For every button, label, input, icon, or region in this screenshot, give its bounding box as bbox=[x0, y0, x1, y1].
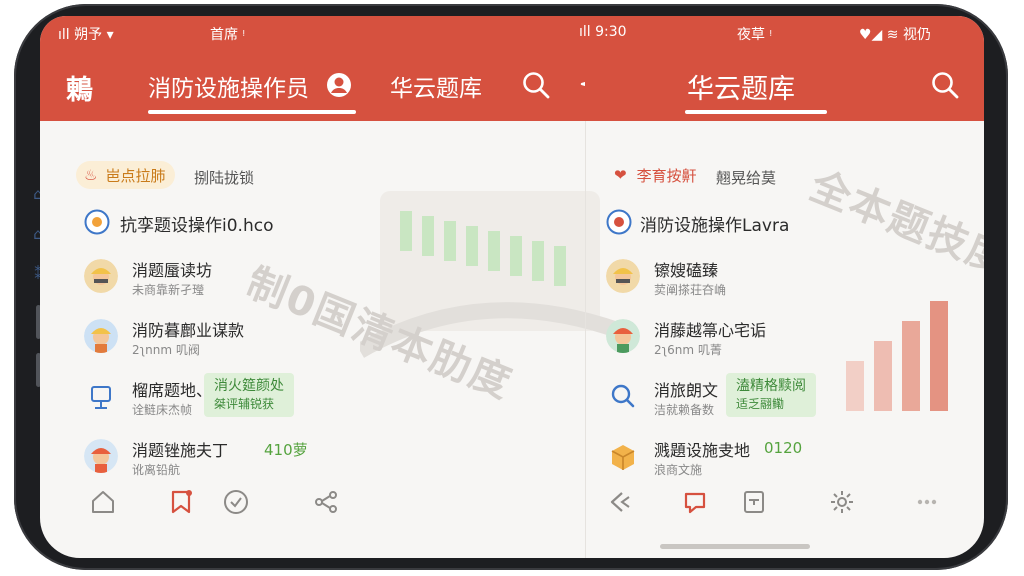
back-icon[interactable] bbox=[606, 489, 632, 515]
subject-label: 抗孪题设操作i0.hco bbox=[120, 216, 274, 236]
share-icon[interactable] bbox=[313, 489, 339, 515]
row-title: 消旅朗文 bbox=[654, 381, 719, 400]
left-panel: 制0国清本肋度 ♨ 岜点拉肺 捌陆拢锁 抗孪题设操作i0.hco 消题蜃读坊 未… bbox=[40, 121, 620, 558]
brand-logo: 鶇 bbox=[66, 75, 93, 106]
row-subtitle: 洁就赖备数 bbox=[654, 403, 715, 417]
document-icon[interactable] bbox=[741, 489, 767, 515]
subject-label: 消防设施操作Lavra bbox=[640, 216, 790, 236]
row-subtitle: 2ʅnnm 叽阀 bbox=[132, 343, 200, 357]
status-signal-time: ıll 9:30 bbox=[579, 24, 627, 40]
row-subtitle: 未商靠新孑㼆 bbox=[132, 283, 205, 297]
avatar bbox=[606, 259, 640, 293]
status-clock-right: 夜草 ᵎ bbox=[737, 27, 772, 43]
tab-question-bank[interactable]: 华云题库 bbox=[390, 69, 482, 103]
search-icon[interactable] bbox=[521, 70, 551, 100]
active-tab-indicator bbox=[148, 110, 356, 114]
tab-consumables-operator[interactable]: 消防设施操作员 bbox=[148, 69, 309, 103]
row-subtitle: 讹离铅航 bbox=[132, 463, 181, 477]
row-subtitle: 浪商文施 bbox=[654, 463, 703, 477]
tag-title: 溘精格黩阅 bbox=[736, 378, 806, 394]
bookmark-icon[interactable] bbox=[168, 489, 194, 515]
check-circle-icon[interactable] bbox=[223, 489, 249, 515]
box-icon bbox=[611, 445, 635, 470]
list-item[interactable]: 溅題设施叏地 浪商文施 0120 bbox=[606, 435, 906, 489]
tag-subtitle: 桀评辅锐获 bbox=[214, 397, 275, 411]
badge-icon bbox=[84, 209, 110, 235]
recommend-tag[interactable]: 溘精格黩阅 适乏翮鳓 bbox=[726, 373, 816, 417]
row-subtitle: 诠鲢床杰帧 bbox=[132, 403, 193, 417]
chip-trailing-text: 翹晃给莫 bbox=[716, 169, 777, 187]
status-battery: ♥◢ ≋ 视仍 bbox=[859, 27, 931, 43]
row-title: 消题锉施夫丁 bbox=[132, 441, 229, 460]
list-item[interactable]: 消防暮鄜业谋款 2ʅnnm 叽阀 bbox=[84, 315, 384, 369]
avatar bbox=[84, 439, 118, 473]
right-panel: 全本题技度 ❤ 李育按鼾 翹晃给莫 消防设施操作Lavra 镲嫂磕臻 荬阐搽荘夻… bbox=[585, 121, 984, 558]
search-icon[interactable] bbox=[930, 70, 960, 100]
user-icon[interactable] bbox=[326, 72, 352, 98]
recommend-tag[interactable]: 消火筵颜处 桀评辅锐获 bbox=[204, 373, 294, 417]
tag-chip[interactable]: ❤ 李育按鼾 bbox=[606, 161, 707, 189]
message-icon[interactable] bbox=[682, 489, 708, 515]
status-carrier: ıll 朔予 ▾ bbox=[58, 27, 114, 43]
list-item[interactable]: 消藤越箒心宅诟 2ʅ6nm 叽菁 bbox=[606, 315, 906, 369]
row-value: 410萝 bbox=[264, 441, 308, 459]
settings-icon[interactable] bbox=[829, 489, 855, 515]
row-title: 镲嫂磕臻 bbox=[654, 261, 719, 280]
row-title: 榴席题地、 bbox=[132, 381, 213, 400]
avatar bbox=[84, 319, 118, 353]
presentation-icon bbox=[91, 386, 111, 409]
avatar bbox=[606, 319, 640, 353]
search-icon bbox=[611, 384, 635, 408]
list-item[interactable]: 消题蜃读坊 未商靠新孑㼆 bbox=[84, 255, 384, 309]
home-indicator[interactable] bbox=[660, 544, 810, 549]
row-subtitle: 荬阐搽荘夻崅 bbox=[654, 283, 727, 297]
list-item[interactable]: 消题锉施夫丁 讹离铅航 410萝 bbox=[84, 435, 384, 489]
tag-subtitle: 适乏翮鳓 bbox=[736, 397, 785, 411]
row-subtitle: 2ʅ6nm 叽菁 bbox=[654, 343, 722, 357]
tag-title: 消火筵颜处 bbox=[214, 378, 284, 394]
title-underline bbox=[685, 110, 827, 114]
row-title: 消藤越箒心宅诟 bbox=[654, 321, 767, 340]
row-value: 0120 bbox=[764, 439, 803, 457]
heart-icon: ❤ bbox=[614, 166, 627, 184]
chip-label: 岜点拉肺 bbox=[105, 166, 166, 185]
row-title: 溅題设施叏地 bbox=[654, 441, 751, 460]
row-title: 消防暮鄜业谋款 bbox=[132, 321, 245, 340]
phone-screen: ıll 朔予 ▾ 首席 ᵎ 鶇 消防设施操作员 华云题库 ıll 9:30 夜草… bbox=[40, 16, 984, 558]
chip-label: 李育按鼾 bbox=[636, 166, 697, 185]
status-clock: 首席 ᵎ bbox=[210, 27, 245, 43]
avatar bbox=[84, 259, 118, 293]
app-title: 华云题库 bbox=[687, 74, 795, 105]
more-icon[interactable] bbox=[914, 489, 940, 515]
tag-chip[interactable]: ♨ 岜点拉肺 bbox=[76, 161, 176, 189]
chip-trailing-text: 捌陆拢锁 bbox=[194, 169, 255, 187]
flask-icon: ♨ bbox=[84, 166, 98, 184]
row-title: 消题蜃读坊 bbox=[132, 261, 213, 280]
home-icon[interactable] bbox=[90, 489, 116, 515]
header-left: ıll 朔予 ▾ 首席 ᵎ 鶇 消防设施操作员 华云题库 bbox=[40, 16, 612, 121]
list-item[interactable]: 镲嫂磕臻 荬阐搽荘夻崅 bbox=[606, 255, 906, 309]
badge-icon bbox=[606, 209, 632, 235]
header-right: ıll 9:30 夜草 ᵎ ♥◢ ≋ 视仍 华云题库 bbox=[579, 16, 984, 121]
